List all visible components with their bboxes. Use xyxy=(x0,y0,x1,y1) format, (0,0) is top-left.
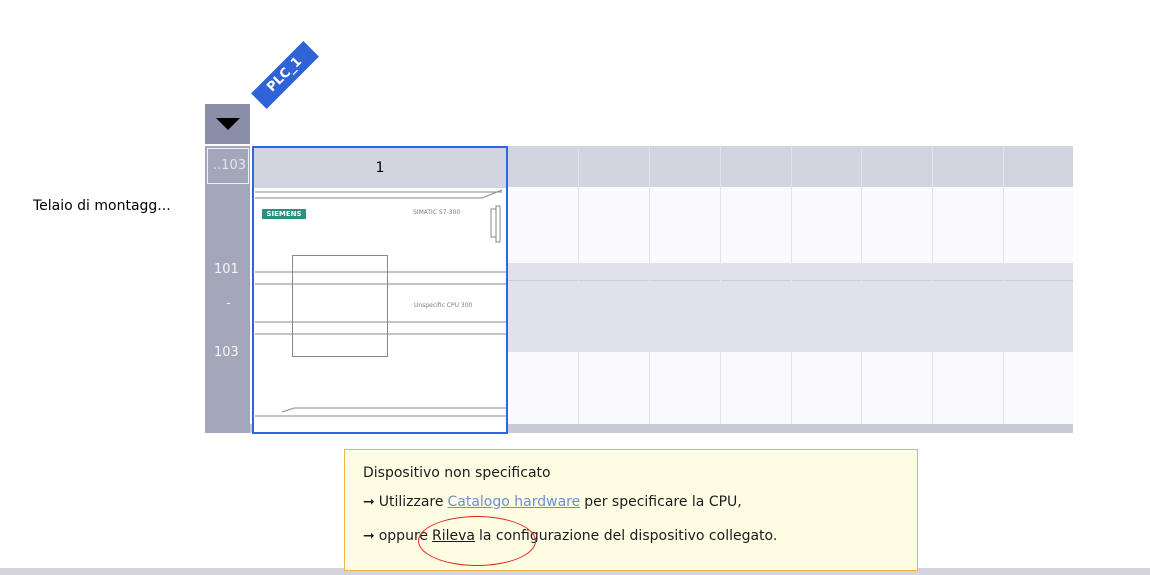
module-model-text: SIMATIC S7-300 xyxy=(413,209,461,216)
empty-slot[interactable] xyxy=(649,146,650,424)
hardware-catalog-link[interactable]: Catalogo hardware xyxy=(447,494,580,510)
empty-slot[interactable] xyxy=(791,146,792,424)
rack-label: Telaio di montagg... xyxy=(33,198,171,214)
tooltip-line-1-prefix: Utilizzare xyxy=(378,494,444,510)
triangle-down-icon xyxy=(216,118,240,130)
empty-slot[interactable] xyxy=(861,146,862,424)
empty-slot[interactable] xyxy=(578,146,579,424)
slot-number-101: 101 xyxy=(214,262,239,277)
slot-range-top[interactable]: ..103 xyxy=(207,148,249,184)
highlight-circle xyxy=(418,516,536,566)
cpu-display-box xyxy=(292,255,388,357)
device-tag[interactable]: PLC_1 xyxy=(251,41,319,109)
tooltip-line-1: ➞ Utilizzare Catalogo hardware per specific… xyxy=(363,494,742,510)
empty-slot[interactable] xyxy=(720,146,721,424)
tooltip-title: Dispositivo non specificato xyxy=(363,465,551,481)
slot-number-103: 103 xyxy=(214,345,239,360)
arrow-right-icon: ➞ xyxy=(363,528,375,544)
empty-slot[interactable] xyxy=(932,146,933,424)
slot-number-column xyxy=(205,146,250,433)
siemens-logo: SIEMENS xyxy=(262,209,306,219)
arrow-right-icon: ➞ xyxy=(363,494,375,510)
tooltip-line-1-suffix: per specificare la CPU, xyxy=(584,494,742,510)
unspecified-device-tooltip: Dispositivo non specificato ➞ Utilizzare C… xyxy=(344,449,918,571)
empty-slot[interactable] xyxy=(1003,146,1004,424)
collapse-button[interactable] xyxy=(205,104,250,144)
slot-number-dash: - xyxy=(226,296,231,311)
module-cpu-text: Unspecific CPU 300 xyxy=(414,302,473,309)
